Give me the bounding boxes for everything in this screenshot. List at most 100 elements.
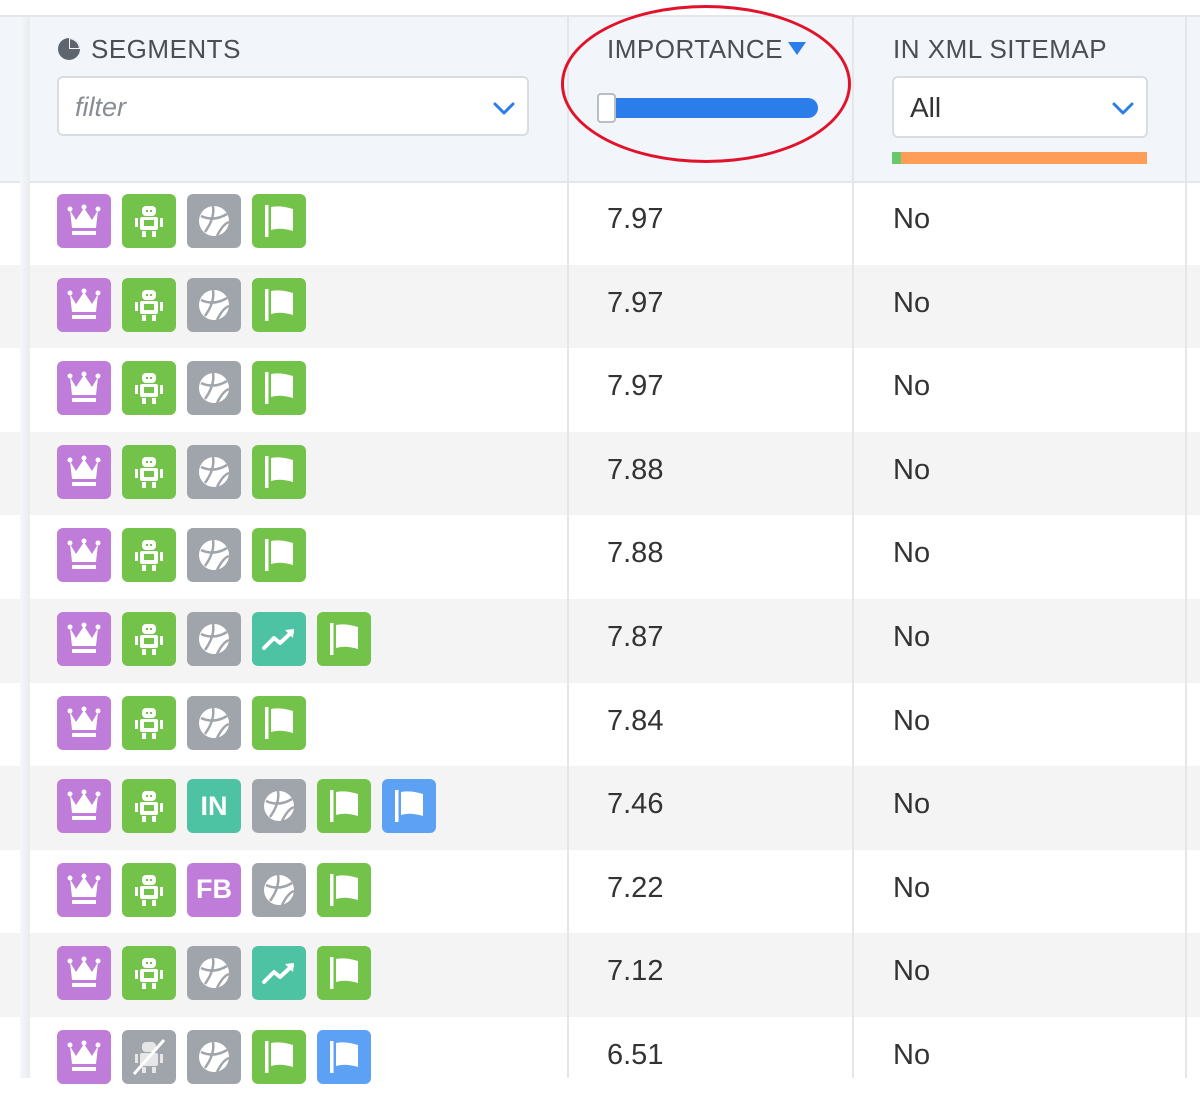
basketball-icon[interactable] — [187, 946, 241, 1001]
robot-icon[interactable] — [122, 946, 176, 1001]
basketball-icon[interactable] — [252, 862, 306, 917]
robot-icon[interactable] — [122, 528, 176, 583]
table-row[interactable]: 7.97 No — [0, 348, 1200, 432]
importance-cell: 7.22 — [607, 871, 664, 904]
flag-icon[interactable] — [252, 444, 306, 499]
flag-icon[interactable] — [317, 1030, 371, 1084]
segment-icons — [57, 528, 306, 583]
annotation-circle — [561, 5, 851, 163]
importance-cell: 7.87 — [607, 621, 664, 653]
chevron-down-icon — [1112, 102, 1134, 115]
xml-sitemap-cell: No — [893, 704, 931, 737]
crown-icon[interactable] — [57, 361, 111, 416]
table-row[interactable]: IN 7.46 No — [0, 766, 1200, 850]
xml-sitemap-column-title[interactable]: IN XML SITEMAP — [893, 34, 1107, 65]
importance-cell: 7.46 — [607, 788, 664, 821]
flag-icon[interactable] — [317, 779, 371, 834]
crown-icon[interactable] — [57, 1030, 111, 1084]
robot-icon[interactable] — [122, 444, 176, 499]
crown-icon[interactable] — [57, 946, 111, 1001]
flag-icon[interactable] — [317, 612, 371, 666]
xml-sitemap-cell: No — [893, 1039, 931, 1071]
table-row[interactable]: 7.88 No — [0, 431, 1200, 516]
robot-icon[interactable] — [122, 277, 176, 332]
segments-filter-placeholder: filter — [75, 92, 127, 122]
segment-icons — [57, 361, 306, 416]
basketball-icon[interactable] — [187, 528, 241, 583]
segment-icons — [57, 277, 306, 332]
flag-icon[interactable] — [252, 277, 306, 332]
crown-icon[interactable] — [57, 695, 111, 750]
flag-icon[interactable] — [252, 194, 306, 248]
segment-icons — [57, 695, 306, 750]
robot-icon[interactable] — [122, 361, 176, 416]
chevron-down-icon — [493, 102, 515, 115]
crown-icon[interactable] — [57, 862, 111, 917]
flag-icon[interactable] — [317, 862, 371, 917]
xml-sitemap-cell: No — [893, 203, 931, 235]
crown-icon[interactable] — [57, 444, 111, 499]
robot-icon[interactable] — [122, 194, 176, 248]
xml-sitemap-cell: No — [893, 453, 931, 486]
xml-sitemap-cell: No — [893, 621, 931, 653]
basketball-icon[interactable] — [187, 612, 241, 666]
table-row[interactable]: 7.88 No — [0, 515, 1200, 599]
importance-cell: 7.97 — [607, 203, 664, 235]
basketball-icon[interactable] — [252, 779, 306, 834]
column-divider — [852, 17, 854, 1078]
xml-sitemap-cell: No — [893, 537, 931, 570]
xml-sitemap-select[interactable]: All — [892, 76, 1148, 138]
table-row[interactable]: 7.87 No — [0, 599, 1200, 683]
column-divider — [567, 17, 569, 1078]
crown-icon[interactable] — [57, 612, 111, 666]
flag-icon[interactable] — [382, 779, 436, 834]
segment-label-fb[interactable]: FB — [187, 862, 241, 917]
crown-icon[interactable] — [57, 779, 111, 834]
table-row[interactable]: 7.97 No — [0, 264, 1200, 349]
column-divider — [1185, 17, 1187, 1078]
importance-cell: 6.51 — [607, 1039, 664, 1071]
basketball-icon[interactable] — [187, 277, 241, 332]
table-row[interactable]: 7.97 No — [0, 181, 1200, 265]
xml-sitemap-cell: No — [893, 370, 931, 403]
segment-icons: IN — [57, 779, 436, 834]
importance-cell: 7.97 — [607, 370, 664, 403]
trending-up-icon[interactable] — [252, 946, 306, 1001]
flag-icon[interactable] — [252, 695, 306, 750]
importance-cell: 7.84 — [607, 704, 664, 737]
segment-icons — [57, 612, 371, 666]
flag-icon[interactable] — [252, 1030, 306, 1084]
segment-icons: FB — [57, 862, 371, 917]
segment-label-in[interactable]: IN — [187, 779, 241, 834]
basketball-icon[interactable] — [187, 1030, 241, 1084]
importance-cell: 7.88 — [607, 537, 664, 570]
basketball-icon[interactable] — [187, 361, 241, 416]
segment-icons — [57, 946, 371, 1001]
robot-off-icon[interactable] — [122, 1030, 176, 1084]
trending-up-icon[interactable] — [252, 612, 306, 666]
segments-filter-dropdown[interactable]: filter — [57, 76, 529, 136]
table-row[interactable]: 7.84 No — [0, 683, 1200, 767]
crown-icon[interactable] — [57, 194, 111, 248]
robot-icon[interactable] — [122, 779, 176, 834]
left-column-edge — [20, 17, 30, 1078]
segment-icons — [57, 1030, 371, 1084]
flag-icon[interactable] — [252, 361, 306, 416]
flag-icon[interactable] — [252, 528, 306, 583]
segments-column-title[interactable]: SEGMENTS — [91, 34, 241, 65]
xml-sitemap-cell: No — [893, 871, 931, 904]
xml-sitemap-cell: No — [893, 286, 931, 319]
basketball-icon[interactable] — [187, 194, 241, 248]
table-row[interactable]: 7.12 No — [0, 933, 1200, 1017]
pie-chart-icon — [58, 38, 80, 60]
robot-icon[interactable] — [122, 695, 176, 750]
robot-icon[interactable] — [122, 612, 176, 666]
table-row[interactable]: FB 7.22 No — [0, 850, 1200, 934]
crown-icon[interactable] — [57, 277, 111, 332]
table-row[interactable]: 6.51 No — [0, 1017, 1200, 1101]
basketball-icon[interactable] — [187, 444, 241, 499]
crown-icon[interactable] — [57, 528, 111, 583]
robot-icon[interactable] — [122, 862, 176, 917]
flag-icon[interactable] — [317, 946, 371, 1001]
basketball-icon[interactable] — [187, 695, 241, 750]
